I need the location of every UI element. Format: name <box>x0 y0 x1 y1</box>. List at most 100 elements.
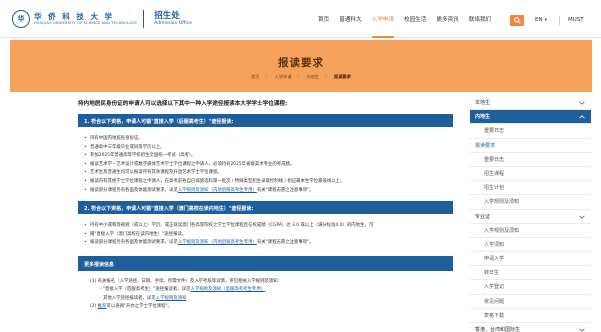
list-item: - 其他入学途径报读者，详见入学规则及须知 <box>90 295 453 303</box>
sidebar-item-label: 入学须知 <box>484 241 505 248</box>
admission-rules-link[interactable]: 入学规则及须知（后服高考考生专用） <box>190 287 265 292</box>
must-link[interactable]: MUST <box>568 17 584 23</box>
sidebar-item-label: 入学登记 <box>484 284 505 291</box>
sidebar-item[interactable]: 重要日志 <box>470 124 591 139</box>
sidebar-menu: 本地生 内地生 重要日志 报读要求 重要日志 招生课程 招生计划 入学规则及须知 专业证 入学规则… <box>470 96 591 332</box>
sidebar-item-label: 重要日志 <box>484 128 505 135</box>
nav-more-info[interactable]: 更多资讯 <box>431 15 463 25</box>
sidebar-item[interactable]: 转日生 <box>470 266 591 281</box>
sidebar-item-label: 常见问题 <box>484 298 505 305</box>
list-item-text: 报读部分课程另有各面及体能测试要求，详见 <box>90 240 178 246</box>
top-navigation-bar: 华 华 侨 科 技 大 学 HUAQIAO UNIVERSITY OF SCIE… <box>0 0 601 38</box>
sidebar-item-label: 入学规则及须知 <box>484 199 520 206</box>
sidebar-item[interactable]: 表格下载 <box>470 309 591 323</box>
section-2-header: 2. 符合以下资格，申请人可循"直接入学（澳门高校在读内地生）"途径报读: <box>78 201 453 215</box>
sidebar-item[interactable]: 入学登记 <box>470 280 591 295</box>
page-title: 报读要求 <box>278 57 324 69</box>
university-logo[interactable]: 华 华 侨 科 技 大 学 HUAQIAO UNIVERSITY OF SCIE… <box>12 9 192 29</box>
list-item: 普通高中三年级毕业或同等学历以上。 <box>84 144 453 153</box>
office-name-en: Admission Office <box>154 21 192 26</box>
section-3-header: 更多报读信息 <box>78 255 453 271</box>
list-item: 报读艺术学－艺术设计或数字媒体艺术学士学位课程之申请人，必须持有2025年省级美… <box>84 161 453 170</box>
list-item: 持有中小或和等视规（或以上）学历，或正就读澳门各高等院校之学士学位课程且在校成绩… <box>84 222 453 231</box>
section-2-list: 持有中小或和等视规（或以上）学历，或正就读澳门各高等院校之学士学位课程且在校成绩… <box>78 222 453 248</box>
sidebar-item[interactable]: 专业证 <box>470 210 591 224</box>
list-item: - "直接入学（后服高考生）"途径报读者，详见入学规则及须知（后服高考考生专用） <box>90 286 453 294</box>
list-item: (2) 推荐可以查阅"开办之学士学位课程"。 <box>90 303 453 311</box>
sidebar-item-label: 专业证 <box>475 213 491 220</box>
main-nav: 首页 普通科大 入学申请 校园生活 更多资讯 联络我们 <box>313 15 496 38</box>
list-item-text: - 其他入学途径报读者，详见 <box>100 295 156 301</box>
breadcrumb: 首页 › 入学申请 › 内地生 › 报读要求 <box>10 74 592 80</box>
chevron-down-icon <box>579 328 585 332</box>
chevron-down-icon: ▾ <box>544 18 547 23</box>
sidebar-item[interactable]: 入学规则及须知 <box>470 224 591 238</box>
sidebar-item[interactable]: 申请入学 <box>470 252 591 267</box>
breadcrumb-home[interactable]: 首页 <box>251 74 259 79</box>
list-item-text: - "直接入学（后服高考生）"途径报读者，详见 <box>100 287 191 293</box>
main-content: 持内地居民身份证的申请人可以选择以下其中一种入学途径报读本大学学士学位课程: 1… <box>78 96 453 311</box>
breadcrumb-mainland[interactable]: 内地生 <box>306 74 319 79</box>
sidebar-item-label: 招生课程 <box>484 170 505 177</box>
logo-divider <box>143 10 145 28</box>
admission-rules-link[interactable]: 入学规则及须知 <box>156 296 187 301</box>
list-item: 报读部分课程另有各面及体能测试要求，详见入学规则及须知（内地后服高考生专用）有关… <box>84 239 453 248</box>
list-item: 循"直接入学（澳门高校在读内地生）"途径报读。 <box>84 231 453 240</box>
language-switcher[interactable]: EN ▾ <box>535 17 547 23</box>
university-name: 华 侨 科 技 大 学 HUAQIAO UNIVERSITY OF SCIENC… <box>34 11 138 26</box>
list-item: 报读部分课程另有各面及体能测试要求，详见入学规则及须知（内地后服高考生专用）有关… <box>84 187 453 196</box>
sidebar-item[interactable]: 香港、台湾和国际生 <box>470 323 591 332</box>
sidebar-item[interactable]: 重要日志 <box>470 153 591 167</box>
list-item-text: 有关"课程志愿之注意事项"。 <box>256 187 314 193</box>
office-name: 招生处 Admission Office <box>154 11 192 27</box>
sidebar-item-label: 转日生 <box>484 270 500 277</box>
search-button[interactable] <box>510 15 524 26</box>
breadcrumb-current: 报读要求 <box>334 74 351 79</box>
breadcrumb-separator: › <box>325 74 327 79</box>
sidebar-item-label: 招生计划 <box>484 185 505 192</box>
sidebar-item[interactable]: 常见问题 <box>470 295 591 309</box>
list-item: 持有中国内地居民身份证。 <box>84 135 453 144</box>
nav-campus-life[interactable]: 校园生活 <box>399 15 431 25</box>
university-name-en: HUAQIAO UNIVERSITY OF SCIENCE AND TECHNO… <box>34 21 138 25</box>
sidebar-item-label: 内地生 <box>475 114 491 121</box>
sidebar-item[interactable]: 招生计划 <box>470 181 591 196</box>
section-1-header: 1. 符合以下资格，申请人可循"直接入学（后服高考生）"途径报读: <box>78 114 453 127</box>
list-item-text: (2) <box>90 303 98 309</box>
sidebar-item-label: 入学规则及须知 <box>484 227 520 234</box>
admission-rules-link[interactable]: 入学规则及须知（内地后服高考生专用） <box>178 240 257 245</box>
list-item: 艺术生及普通生均可以报读所有其余课程及开放艺术学士学位课程。 <box>84 169 453 178</box>
sidebar-item[interactable]: 本地生 <box>470 96 591 111</box>
sidebar-item-label: 香港、台湾和国际生 <box>475 327 521 332</box>
sidebar-item[interactable]: 入学规则及须知 <box>470 195 591 210</box>
list-item: 报读内有其他学士学位课程之申请人，在高考前各自已保留选科第一批次 / 特殊类型招… <box>84 178 453 187</box>
chevron-down-icon <box>579 215 585 219</box>
list-item-text: 有关"课程志愿之注意事项"。 <box>256 240 314 246</box>
sidebar-item[interactable]: 招生课程 <box>470 167 591 182</box>
sidebar-item-label: 申请入学 <box>484 256 505 263</box>
breadcrumb-separator: › <box>265 74 268 79</box>
nav-admission[interactable]: 入学申请 <box>367 15 399 38</box>
chevron-down-icon <box>579 101 585 105</box>
section-1-list: 持有中国内地居民身份证。 普通高中三年级毕业或同等学历以上。 参加2025年普通… <box>78 135 453 195</box>
nav-home[interactable]: 首页 <box>313 15 334 25</box>
breadcrumb-admission[interactable]: 入学申请 <box>275 74 292 79</box>
sidebar-item-label: 重要日志 <box>484 156 505 163</box>
sidebar-item-label: 报读要求 <box>475 142 496 149</box>
university-seal-icon: 华 <box>12 10 30 28</box>
sidebar-item-label: 本地生 <box>475 100 491 106</box>
university-name-cn: 华 侨 科 技 大 学 <box>34 11 115 21</box>
list-item: (1) 有关报名（入学途径、日期、手续、所需文件）及入学考核等详情，参见相关入学… <box>90 278 280 284</box>
nav-contact[interactable]: 联络我们 <box>464 15 496 25</box>
intro-text: 持内地居民身份证的申请人可以选择以下其中一种入学途径报读本大学学士学位课程: <box>78 101 288 107</box>
language-label: EN <box>535 17 543 23</box>
sidebar-item[interactable]: 报读要求 <box>470 139 591 153</box>
list-item-text: 报读部分课程另有各面及体能测试要求，详见 <box>90 187 178 193</box>
sidebar-item[interactable]: 入学须知 <box>470 238 591 253</box>
nav-general[interactable]: 普通科大 <box>334 15 366 25</box>
header-divider <box>559 16 560 25</box>
page-banner: 报读要求 首页 › 入学申请 › 内地生 › 报读要求 <box>10 40 592 92</box>
sidebar-item[interactable]: 内地生 <box>470 110 591 125</box>
admission-rules-link[interactable]: 入学规则及须知（内地后服高考生专用） <box>178 188 257 193</box>
breadcrumb-separator: › <box>297 74 300 79</box>
